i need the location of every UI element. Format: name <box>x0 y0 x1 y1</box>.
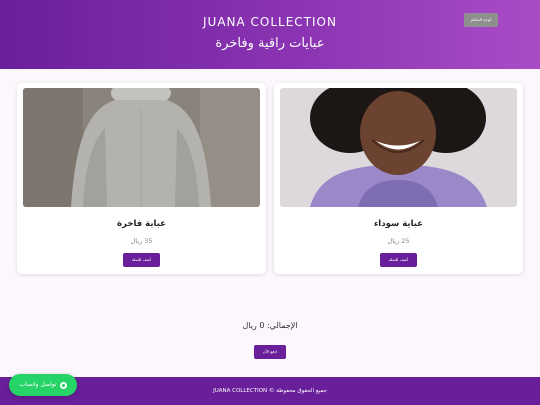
product-price: 35 ريال <box>130 237 153 245</box>
whatsapp-contact-button[interactable]: تواصل واتساب <box>9 374 77 396</box>
cart-total: الإجمالي: 0 ريال <box>242 321 298 330</box>
product-image <box>23 88 260 207</box>
add-to-cart-button[interactable]: أضف للسلة <box>123 253 160 267</box>
whatsapp-icon <box>59 381 67 389</box>
whatsapp-label: تواصل واتساب <box>19 381 57 388</box>
product-price: 25 ريال <box>387 237 410 245</box>
product-image <box>280 88 517 207</box>
product-title: عباية سوداء <box>373 219 424 229</box>
brand-name: JUANA COLLECTION <box>203 15 337 29</box>
site-footer: جميع الحقوق محفوظة © JUANA COLLECTION <box>0 377 540 405</box>
pay-now-button[interactable]: ادفع الآن <box>254 345 286 359</box>
site-tagline: عبايات راقية وفاخرة <box>215 36 325 51</box>
footer-copyright: جميع الحقوق محفوظة © JUANA COLLECTION <box>213 388 327 394</box>
product-card: عباية فاخرة 35 ريال أضف للسلة <box>17 83 266 274</box>
admin-dashboard-button[interactable]: لوحة التحكم <box>464 13 498 27</box>
add-to-cart-button[interactable]: أضف للسلة <box>380 253 417 267</box>
product-title: عباية فاخرة <box>117 219 166 229</box>
site-header: JUANA COLLECTION عبايات راقية وفاخرة لوح… <box>0 0 540 69</box>
product-card: عباية سوداء 25 ريال أضف للسلة <box>274 83 523 274</box>
